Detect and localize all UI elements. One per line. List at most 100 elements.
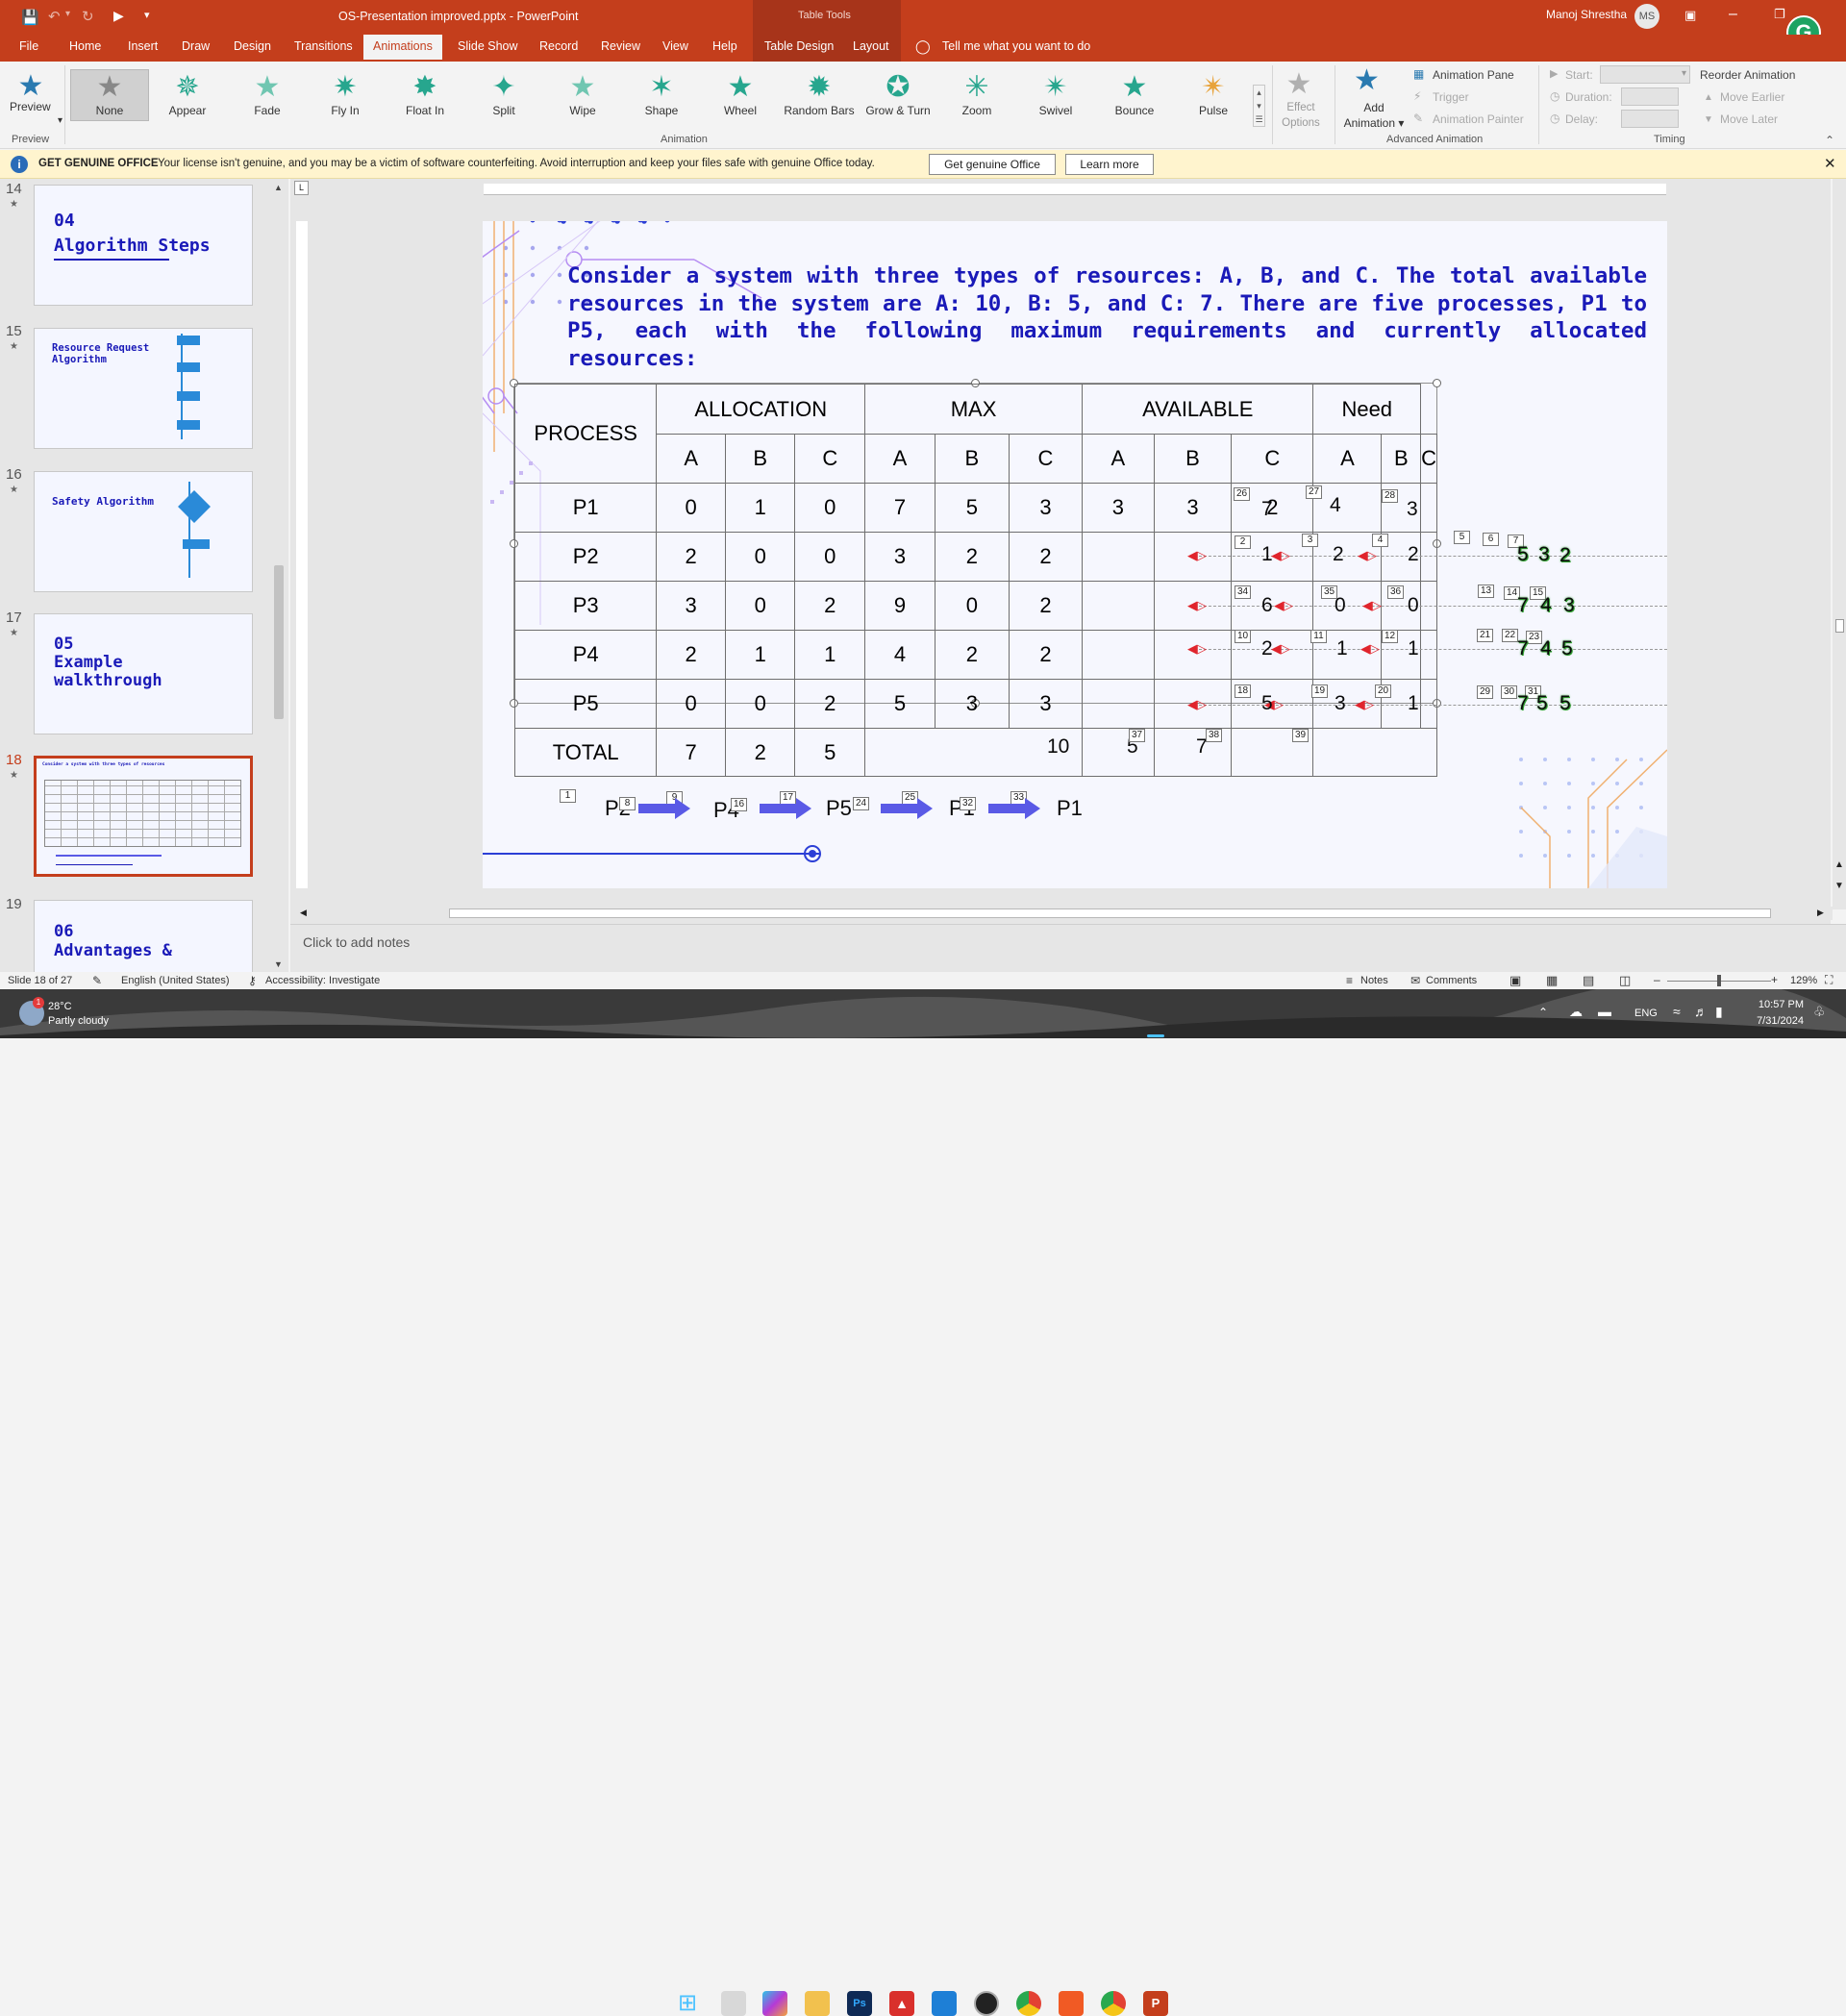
tab-animations[interactable]: Animations xyxy=(363,35,442,62)
sub-header[interactable]: A xyxy=(656,434,726,484)
animation-order-marker[interactable]: 11 xyxy=(1310,630,1327,643)
table-cell[interactable]: 0 xyxy=(724,581,796,631)
wifi-icon[interactable]: ≈ xyxy=(1673,1004,1681,1019)
zoom-level[interactable]: 129% xyxy=(1790,975,1817,986)
overflow-value[interactable]: 7 xyxy=(1517,594,1529,617)
gallery-scroll-icon[interactable]: ▴ ▾ ☰ xyxy=(1253,85,1265,127)
animation-fade[interactable]: ★ Fade xyxy=(234,71,301,117)
animation-order-marker[interactable]: 32 xyxy=(960,797,976,810)
need-header[interactable]: Need xyxy=(1312,384,1422,435)
battery-icon[interactable]: ▮ xyxy=(1715,1004,1723,1020)
chrome-profile-icon[interactable] xyxy=(1101,1991,1126,2016)
animation-order-marker[interactable]: 1 xyxy=(560,789,576,803)
show-hidden-icons-icon[interactable]: ⌃ xyxy=(1538,1006,1548,1019)
table-cell[interactable] xyxy=(1420,483,1437,533)
need-value[interactable]: 6 xyxy=(1261,594,1273,617)
overflow-value[interactable]: 4 xyxy=(1540,594,1552,617)
table-cell[interactable]: 2 xyxy=(1008,532,1084,582)
learn-more-button[interactable]: Learn more xyxy=(1065,154,1154,175)
animation-order-marker[interactable]: 38 xyxy=(1206,729,1222,742)
slide-sorter-icon[interactable]: ▦ xyxy=(1546,973,1558,988)
tab-design[interactable]: Design xyxy=(234,39,271,53)
motion-path-start-icon[interactable]: ◀▷ xyxy=(1274,598,1293,613)
table-cell[interactable]: 3 xyxy=(1153,483,1233,533)
table-cell[interactable]: 2 xyxy=(1008,581,1084,631)
brave-icon[interactable] xyxy=(1059,1991,1084,2016)
animation-order-marker[interactable]: 30 xyxy=(1501,685,1517,699)
overflow-value[interactable]: 3 xyxy=(1538,543,1550,566)
tab-layout[interactable]: Layout xyxy=(853,39,889,53)
table-cell[interactable]: 1 xyxy=(794,630,866,680)
sub-header[interactable]: C xyxy=(1231,434,1314,484)
app-icon[interactable] xyxy=(974,1991,999,2016)
vertical-scroll-thumb[interactable] xyxy=(1835,619,1844,633)
table-cell[interactable]: 5 xyxy=(934,483,1010,533)
motion-path-start-icon[interactable]: ◀▷ xyxy=(1271,548,1290,563)
need-value[interactable]: 1 xyxy=(1261,543,1273,566)
motion-path-start-icon[interactable]: ◀▷ xyxy=(1187,598,1207,613)
animation-order-marker[interactable]: 24 xyxy=(853,797,869,810)
overflow-value[interactable]: 5 xyxy=(1561,637,1573,660)
tab-record[interactable]: Record xyxy=(539,39,578,53)
animation-order-marker[interactable]: 27 xyxy=(1306,485,1322,499)
drive-icon[interactable]: ▬ xyxy=(1598,1004,1611,1019)
avatar[interactable]: MS xyxy=(1634,4,1659,29)
redo-icon[interactable]: ↻ xyxy=(82,8,94,25)
overflow-value[interactable]: 7 xyxy=(1517,692,1529,715)
total-label[interactable]: TOTAL xyxy=(513,728,658,777)
minimize-icon[interactable]: – xyxy=(1729,6,1737,23)
move-earlier-button[interactable]: Move Earlier xyxy=(1720,90,1784,104)
motion-path-start-icon[interactable]: ◀▷ xyxy=(1360,641,1380,657)
sub-header[interactable]: C xyxy=(1420,434,1437,484)
add-animation-icon[interactable]: ★ xyxy=(1354,63,1380,97)
need-value[interactable]: 1 xyxy=(1408,692,1419,715)
overflow-value[interactable]: 4 xyxy=(1540,637,1552,660)
animation-order-marker[interactable]: 39 xyxy=(1292,729,1309,742)
table-cell[interactable]: 2 xyxy=(934,532,1010,582)
need-value[interactable]: 5 xyxy=(1261,692,1273,715)
tab-file[interactable]: File xyxy=(19,39,38,53)
process-cell[interactable]: P1 xyxy=(513,483,658,533)
weather-desc[interactable]: Partly cloudy xyxy=(48,1015,109,1027)
animation-appear[interactable]: ✵ Appear xyxy=(154,71,221,117)
next-slide-icon[interactable]: ▼ xyxy=(1834,881,1844,891)
table-cell[interactable] xyxy=(1420,679,1437,729)
overflow-value[interactable]: 7 xyxy=(1517,637,1529,660)
slide-18[interactable]: Consider a system with three types of re… xyxy=(483,221,1667,888)
spelling-icon[interactable]: ✎ xyxy=(92,974,102,987)
table-cell[interactable]: 2 xyxy=(794,581,866,631)
allocation-header[interactable]: ALLOCATION xyxy=(656,384,866,435)
table-cell[interactable] xyxy=(1312,728,1437,777)
horizontal-scrollbar[interactable]: ◀ ▶ xyxy=(290,907,1833,920)
process-cell[interactable]: P5 xyxy=(513,679,658,729)
sub-header[interactable]: C xyxy=(1008,434,1084,484)
table-cell[interactable]: 0 xyxy=(794,532,866,582)
process-cell[interactable]: P2 xyxy=(513,532,658,582)
effect-options-button[interactable]: Effect Options xyxy=(1281,100,1321,131)
animation-order-marker[interactable]: 21 xyxy=(1477,629,1493,642)
table-cell[interactable] xyxy=(1082,679,1155,729)
need-value[interactable]: 7 xyxy=(1261,498,1273,521)
animation-order-marker[interactable]: 28 xyxy=(1382,489,1398,503)
animation-order-marker[interactable]: 4 xyxy=(1372,534,1388,547)
notes-pane[interactable]: Click to add notes xyxy=(290,924,1846,972)
table-cell[interactable]: 3 xyxy=(934,679,1010,729)
motion-path-start-icon[interactable]: ◀▷ xyxy=(1362,598,1382,613)
close-icon[interactable]: ✕ xyxy=(1824,155,1836,172)
get-genuine-office-button[interactable]: Get genuine Office xyxy=(929,154,1056,175)
sub-header[interactable]: C xyxy=(794,434,866,484)
zoom-out-icon[interactable]: – xyxy=(1654,973,1660,986)
table-cell[interactable]: 3 xyxy=(1008,483,1084,533)
sub-header[interactable]: B xyxy=(1381,434,1422,484)
delay-spinner[interactable] xyxy=(1621,110,1679,128)
available-total[interactable]: 10 xyxy=(1047,735,1069,759)
slide-intro-text[interactable]: Consider a system with three types of re… xyxy=(567,262,1647,372)
animation-painter-button[interactable]: Animation Painter xyxy=(1433,112,1524,126)
tab-slide-show[interactable]: Slide Show xyxy=(458,39,518,53)
chrome-icon[interactable] xyxy=(1016,1991,1041,2016)
need-value[interactable]: 2 xyxy=(1261,637,1273,660)
present-from-beginning-icon[interactable]: ▶ xyxy=(113,8,124,24)
animation-order-marker[interactable]: 29 xyxy=(1477,685,1493,699)
animation-shape[interactable]: ✶ Shape xyxy=(628,71,695,117)
sub-header[interactable]: A xyxy=(1082,434,1155,484)
